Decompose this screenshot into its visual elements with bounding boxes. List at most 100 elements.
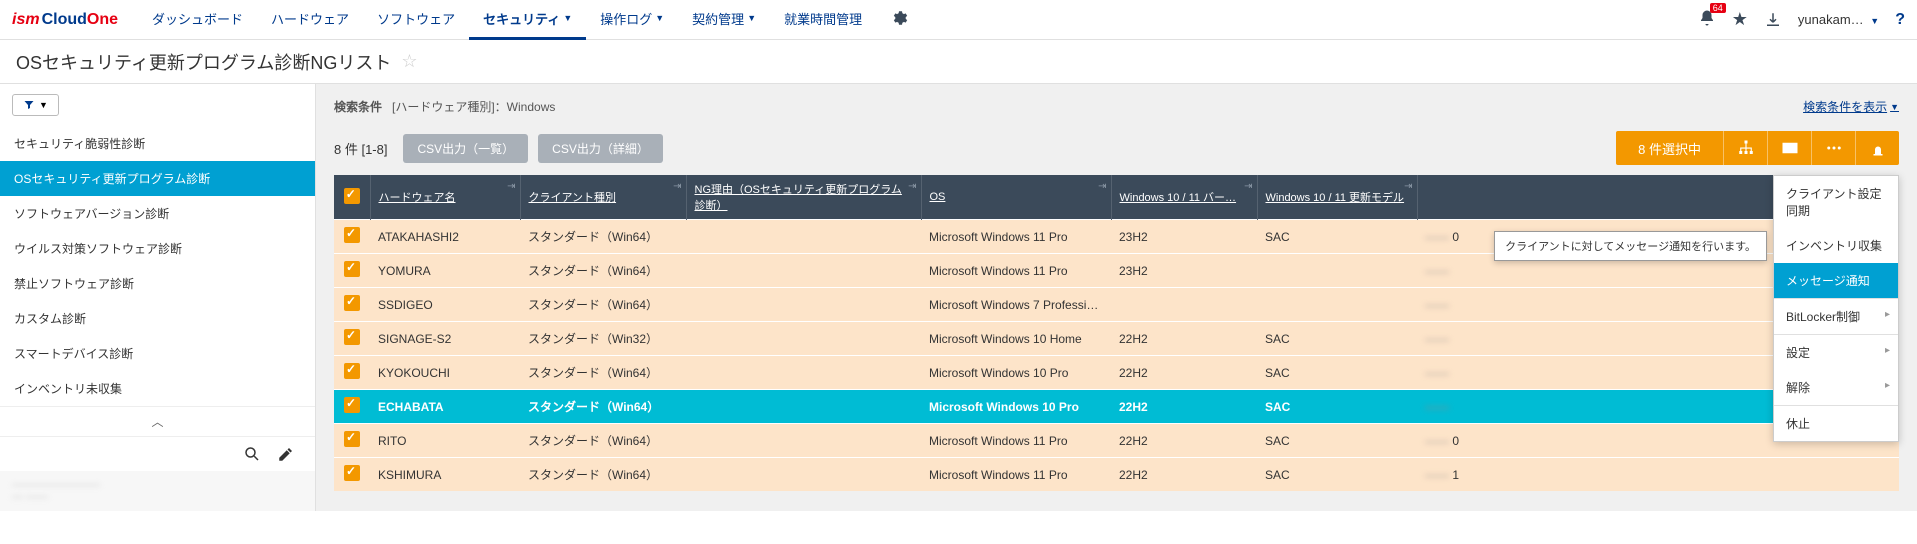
cell-ng [686, 458, 921, 492]
cell-model [1257, 254, 1417, 288]
cell-os: Microsoft Windows 10 Pro [921, 356, 1111, 390]
chevron-down-icon: ▼ [1870, 16, 1879, 26]
info-line: ———————— [12, 479, 303, 491]
dropdown-item[interactable]: 休止 [1774, 405, 1898, 441]
topnav-item[interactable]: ソフトウェア [363, 0, 469, 40]
dropdown-item[interactable]: 解除▸ [1774, 370, 1898, 405]
more-button[interactable] [1811, 131, 1855, 165]
col-win-model[interactable]: Windows 10 / 11 更新モデル⇥ [1257, 175, 1417, 220]
pin-icon[interactable]: ⇥ [673, 181, 681, 192]
settings-gear[interactable] [876, 0, 922, 40]
topnav-item[interactable]: セキュリティ▼ [469, 0, 586, 40]
table-row[interactable]: SSDIGEO スタンダード（Win64） Microsoft Windows … [334, 288, 1899, 322]
pin-icon[interactable]: ⇥ [1244, 181, 1252, 192]
chevron-down-icon: ▼ [563, 13, 572, 23]
edit-icon[interactable] [277, 445, 295, 463]
checkbox-icon [344, 465, 360, 481]
cell-ver: 22H2 [1111, 322, 1257, 356]
table-row[interactable]: KYOKOUCHI スタンダード（Win64） Microsoft Window… [334, 356, 1899, 390]
notification-count: 64 [1710, 3, 1726, 13]
topnav-item[interactable]: ハードウェア [257, 0, 363, 40]
csv-detail-button[interactable]: CSV出力（詳細） [538, 134, 663, 163]
col-client-type[interactable]: クライアント種別⇥ [520, 175, 686, 220]
pin-icon[interactable]: ⇥ [1098, 181, 1106, 192]
header-checkbox[interactable] [334, 175, 370, 220]
table-row[interactable]: SIGNAGE-S2 スタンダード（Win32） Microsoft Windo… [334, 322, 1899, 356]
row-checkbox[interactable] [334, 254, 370, 288]
download-icon[interactable] [1764, 11, 1782, 29]
selected-count: 8 件選択中 [1616, 139, 1723, 158]
pin-icon[interactable]: ⇥ [1404, 181, 1412, 192]
logo[interactable]: ism Cloud One [12, 11, 118, 29]
result-count: 8 件 [1-8] [334, 139, 387, 158]
cell-hardware: SSDIGEO [370, 288, 520, 322]
condition-text: [ハードウェア種別]：Windows [392, 98, 555, 115]
cell-os: Microsoft Windows 7 Professional [921, 288, 1111, 322]
favorite-toggle[interactable]: ☆ [401, 51, 417, 72]
org-tree-button[interactable] [1723, 131, 1767, 165]
checkbox-icon [344, 295, 360, 311]
content: 検索条件 [ハードウェア種別]：Windows 検索条件を表示 ▼ 8 件 [1… [316, 84, 1917, 511]
cell-ver: 22H2 [1111, 390, 1257, 424]
sidebar-collapse[interactable]: ︿ [0, 406, 315, 436]
dropdown-item[interactable]: メッセージ通知 [1774, 263, 1898, 298]
cell-client-type: スタンダード（Win64） [520, 356, 686, 390]
cell-model: SAC [1257, 424, 1417, 458]
row-checkbox[interactable] [334, 220, 370, 254]
col-ng-reason[interactable]: NG理由（OSセキュリティ更新プログラム診断）⇥ [686, 175, 921, 220]
cell-ver: 22H2 [1111, 356, 1257, 390]
top-nav: ism Cloud One ダッシュボードハードウェアソフトウェアセキュリティ▼… [0, 0, 1917, 40]
logo-one: One [87, 11, 118, 29]
row-checkbox[interactable] [334, 458, 370, 492]
cell-client-type: スタンダード（Win64） [520, 220, 686, 254]
action-dropdown: クライアント設定同期インベントリ収集メッセージ通知BitLocker制御▸設定▸… [1773, 175, 1899, 442]
cell-os: Microsoft Windows 11 Pro [921, 458, 1111, 492]
table-row[interactable]: ECHABATA スタンダード（Win64） Microsoft Windows… [334, 390, 1899, 424]
tooltip: クライアントに対してメッセージ通知を行います。 [1494, 231, 1767, 261]
sidebar-item[interactable]: スマートデバイス診断 [0, 336, 315, 371]
sidebar-item[interactable]: 禁止ソフトウェア診断 [0, 266, 315, 301]
show-condition-link[interactable]: 検索条件を表示 ▼ [1803, 98, 1899, 115]
favorite-star[interactable]: ★ [1732, 9, 1748, 30]
dropdown-item[interactable]: BitLocker制御▸ [1774, 298, 1898, 334]
alert-button[interactable] [1855, 131, 1899, 165]
sidebar-item[interactable]: インベントリ未収集 [0, 371, 315, 406]
sidebar-info: ———————— — —— [0, 471, 315, 511]
gear-icon [890, 9, 908, 27]
mail-button[interactable] [1767, 131, 1811, 165]
row-checkbox[interactable] [334, 424, 370, 458]
row-checkbox[interactable] [334, 322, 370, 356]
dropdown-item[interactable]: インベントリ収集 [1774, 228, 1898, 263]
dropdown-item[interactable]: 設定▸ [1774, 334, 1898, 370]
topnav-item[interactable]: 操作ログ▼ [586, 0, 678, 40]
topnav-item[interactable]: ダッシュボード [138, 0, 257, 40]
table-row[interactable]: RITO スタンダード（Win64） Microsoft Windows 11 … [334, 424, 1899, 458]
search-icon[interactable] [243, 445, 261, 463]
topnav-item[interactable]: 契約管理▼ [678, 0, 770, 40]
notifications-button[interactable]: 64 [1698, 9, 1716, 30]
row-checkbox[interactable] [334, 356, 370, 390]
filter-button[interactable]: ▼ [12, 94, 59, 116]
table-row[interactable]: KSHIMURA スタンダード（Win64） Microsoft Windows… [334, 458, 1899, 492]
row-checkbox[interactable] [334, 288, 370, 322]
cell-os: Microsoft Windows 11 Pro [921, 424, 1111, 458]
row-checkbox[interactable] [334, 390, 370, 424]
dropdown-item[interactable]: クライアント設定同期 [1774, 176, 1898, 228]
help-button[interactable]: ? [1895, 11, 1905, 29]
pin-icon[interactable]: ⇥ [908, 181, 916, 192]
sidebar-item[interactable]: ウイルス対策ソフトウェア診断 [0, 231, 315, 266]
pin-icon[interactable]: ⇥ [507, 181, 515, 192]
topnav-item[interactable]: 就業時間管理 [770, 0, 876, 40]
csv-list-button[interactable]: CSV出力（一覧） [403, 134, 528, 163]
col-os[interactable]: OS⇥ [921, 175, 1111, 220]
page-title-row: OSセキュリティ更新プログラム診断NGリスト ☆ [0, 40, 1917, 84]
sidebar-item[interactable]: ソフトウェアバージョン診断 [0, 196, 315, 231]
sidebar-item[interactable]: カスタム診断 [0, 301, 315, 336]
col-win-ver[interactable]: Windows 10 / 11 バー…⇥ [1111, 175, 1257, 220]
cell-client-type: スタンダード（Win64） [520, 390, 686, 424]
user-menu[interactable]: yunakam… ▼ [1798, 12, 1879, 27]
col-hardware-name[interactable]: ハードウェア名⇥ [370, 175, 520, 220]
sidebar-item[interactable]: OSセキュリティ更新プログラム診断 [0, 161, 315, 196]
cell-model: SAC [1257, 390, 1417, 424]
sidebar-item[interactable]: セキュリティ脆弱性診断 [0, 126, 315, 161]
